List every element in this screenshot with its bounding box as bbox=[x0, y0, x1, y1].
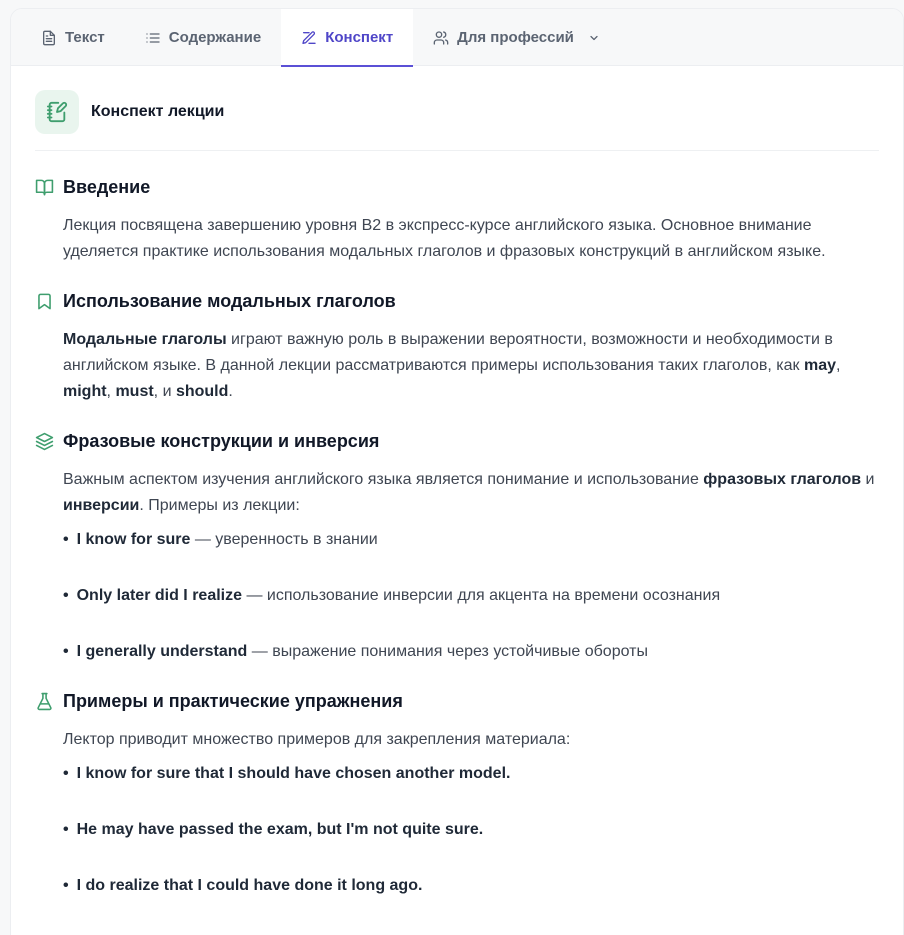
summary-panel: Текст Содержание Конспект Для профессий … bbox=[10, 8, 904, 935]
list-item: • I generally understand — выражение пони… bbox=[63, 643, 648, 660]
text-run: и bbox=[861, 471, 875, 488]
bold-term: should bbox=[175, 383, 229, 400]
bold-term: Модальные глаголы bbox=[63, 331, 227, 348]
bold-term: I do realize that I could have done it l… bbox=[76, 877, 423, 894]
example-list: • I know for sure — уверенность в знании … bbox=[35, 527, 879, 665]
summary-content: Конспект лекции Введение Лекция посвящен… bbox=[11, 66, 903, 899]
tab-text[interactable]: Текст bbox=[21, 9, 125, 66]
section-text: Лектор приводит множество примеров для з… bbox=[63, 731, 571, 748]
section-title: Фразовые конструкции и инверсия bbox=[63, 431, 380, 451]
tab-text-label: Текст bbox=[65, 29, 105, 46]
section-title: Введение bbox=[63, 177, 151, 197]
text-run: — использование инверсии для акцента на … bbox=[242, 587, 721, 604]
list-icon bbox=[146, 32, 160, 43]
summary-header: Конспект лекции bbox=[35, 90, 879, 151]
section-text: Модальные глаголы играют важную роль в в… bbox=[35, 327, 879, 405]
layers-icon bbox=[35, 432, 54, 451]
bold-term: might bbox=[63, 383, 107, 400]
text-run: — выражение понимания через устойчивые о… bbox=[247, 643, 648, 660]
bold-term: I know for sure bbox=[76, 531, 191, 548]
list-item: • I know for sure — уверенность в знании bbox=[63, 531, 378, 548]
list-item: • I know for sure that I should have chos… bbox=[63, 761, 879, 787]
bold-term: may bbox=[803, 357, 837, 374]
document-icon bbox=[43, 30, 55, 45]
section-title: Использование модальных глаголов bbox=[63, 291, 396, 311]
tab-summary[interactable]: Конспект bbox=[281, 9, 414, 67]
tab-professions[interactable]: Для профессий bbox=[413, 9, 620, 66]
list-item: • He may have passed the exam, but I'm no… bbox=[63, 817, 879, 843]
bold-term: He may have passed the exam, but I'm not… bbox=[76, 821, 484, 838]
tab-bar: Текст Содержание Конспект Для профессий bbox=[11, 9, 903, 67]
section-practice: Примеры и практические упражнения Лектор… bbox=[35, 691, 879, 899]
example-list: • I know for sure that I should have chos… bbox=[35, 761, 879, 899]
bold-term: Only later did I realize bbox=[76, 587, 242, 604]
bookmark-icon bbox=[38, 293, 51, 310]
tab-contents[interactable]: Содержание bbox=[125, 9, 281, 66]
bold-term: фразовых глаголов bbox=[703, 471, 862, 488]
text-run: , и bbox=[153, 383, 176, 400]
section-phrasal: Фразовые конструкции и инверсия Важным а… bbox=[35, 431, 879, 665]
list-item: • I do realize that I could have done it … bbox=[63, 873, 879, 899]
bold-term: инверсии bbox=[63, 497, 140, 514]
bold-term: must bbox=[115, 383, 154, 400]
section-intro: Введение Лекция посвящена завершению уро… bbox=[35, 177, 879, 265]
chevron-down-icon[interactable] bbox=[588, 32, 600, 44]
section-text: Важным аспектом изучения английского язы… bbox=[35, 467, 879, 519]
section-title: Примеры и практические упражнения bbox=[63, 691, 403, 711]
flask-icon bbox=[37, 692, 52, 711]
page-title: Конспект лекции bbox=[91, 103, 225, 120]
list-item: • Only later did I realize — использовани… bbox=[63, 587, 721, 604]
tab-summary-label: Конспект bbox=[325, 29, 394, 46]
text-run: , bbox=[836, 357, 841, 374]
book-open-icon bbox=[35, 179, 54, 196]
tab-contents-label: Содержание bbox=[168, 29, 262, 46]
text-run: — уверенность в знании bbox=[190, 531, 378, 548]
section-text: Лекция посвящена завершению уровня B2 в … bbox=[63, 217, 826, 260]
text-run: Важным аспектом изучения английского язы… bbox=[63, 471, 704, 488]
edit-note-icon bbox=[302, 30, 316, 44]
text-run: . Примеры из лекции: bbox=[139, 497, 300, 514]
tab-professions-label: Для профессий bbox=[457, 29, 574, 46]
text-run: . bbox=[228, 383, 233, 400]
users-icon bbox=[433, 30, 449, 45]
bold-term: I generally understand bbox=[76, 643, 248, 660]
bold-term: I know for sure that I should have chose… bbox=[76, 765, 511, 782]
notebook-pen-icon bbox=[35, 90, 79, 134]
section-modals: Использование модальных глаголов Модальн… bbox=[35, 291, 879, 405]
